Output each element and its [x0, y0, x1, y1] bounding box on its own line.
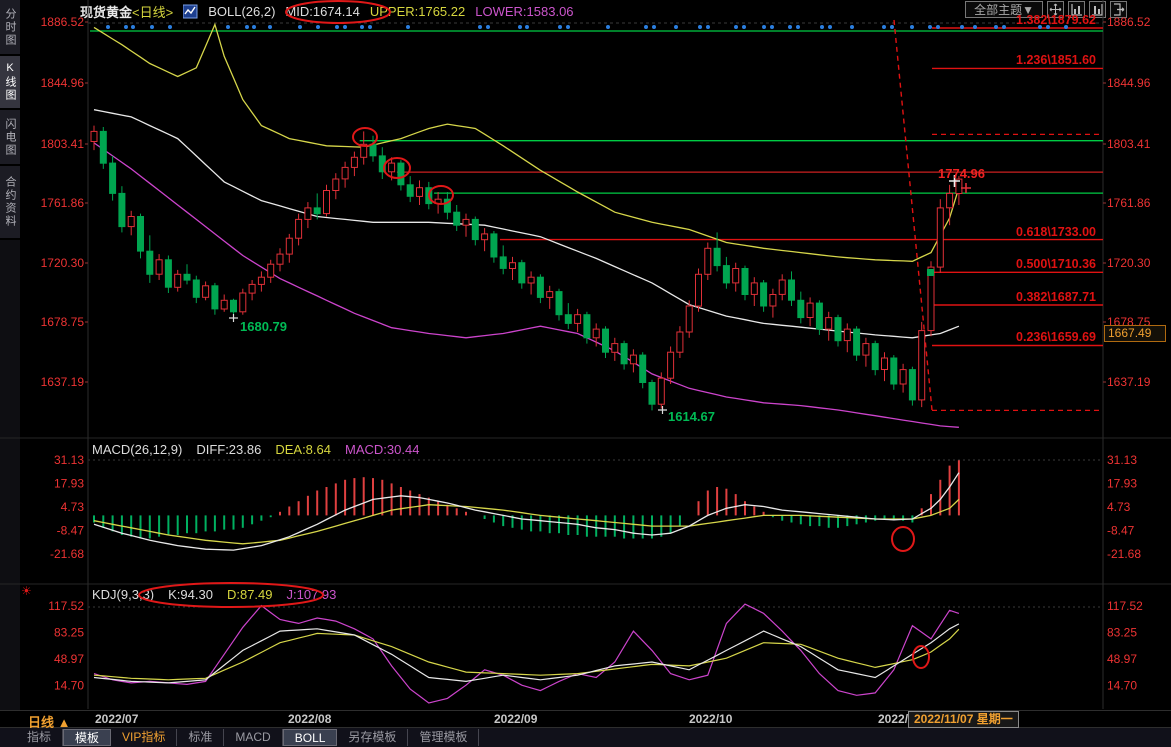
svg-text:17.93: 17.93 — [1107, 477, 1137, 491]
svg-text:-21.68: -21.68 — [1107, 547, 1141, 561]
tab-indicators[interactable]: 指标 — [16, 729, 63, 746]
svg-text:1886.52: 1886.52 — [41, 15, 85, 29]
chart-title-bar: 现货黄金<日线> BOLL(26,2) MID:1674.14 UPPER:17… — [80, 0, 574, 22]
svg-text:48.97: 48.97 — [54, 652, 84, 666]
svg-text:-8.47: -8.47 — [57, 523, 85, 537]
axis-left-icon[interactable] — [1068, 1, 1085, 18]
svg-text:14.70: 14.70 — [1107, 678, 1137, 692]
symbol-name: 现货黄金 — [80, 5, 132, 20]
x-tick-oct: 2022/10 — [689, 712, 732, 726]
svg-text:1844.96: 1844.96 — [1107, 76, 1151, 90]
x-tick-nov-partial: 2022/ — [878, 712, 909, 726]
kdj-j-value: J:107.93 — [287, 587, 337, 603]
macd-name[interactable]: MACD(26,12,9) — [92, 442, 182, 458]
sidebar-item-time-chart[interactable]: 分时图 — [0, 0, 20, 56]
svg-text:4.73: 4.73 — [61, 500, 85, 514]
trading-app-window: 分时图 K线图 闪电图 合约资料 现货黄金<日线> BOLL(26,2) MID… — [0, 0, 1171, 747]
symbol-title: 现货黄金<日线> — [80, 2, 173, 21]
boll-upper-value: UPPER:1765.22 — [370, 4, 465, 19]
move-icon[interactable] — [1047, 1, 1064, 18]
svg-text:1761.86: 1761.86 — [1107, 196, 1151, 210]
indicator-settings-icon[interactable]: ☀ — [21, 584, 32, 598]
svg-text:1637.19: 1637.19 — [41, 375, 85, 389]
tab-macd[interactable]: MACD — [224, 729, 282, 746]
sidebar-item-contract-info[interactable]: 合约资料 — [0, 166, 20, 240]
svg-text:-8.47: -8.47 — [1107, 523, 1135, 537]
svg-text:4.73: 4.73 — [1107, 500, 1131, 514]
cursor-date-label: 2022/11/07 星期一 — [908, 711, 1019, 728]
macd-header: MACD(26,12,9) DIFF:23.86 DEA:8.64 MACD:3… — [92, 442, 419, 458]
tab-manage-template[interactable]: 管理模板 — [408, 729, 479, 746]
svg-text:31.13: 31.13 — [1107, 453, 1137, 467]
x-tick-aug: 2022/08 — [288, 712, 331, 726]
kline-icon — [183, 4, 198, 19]
svg-text:83.25: 83.25 — [1107, 625, 1137, 639]
svg-text:117.52: 117.52 — [1107, 599, 1143, 613]
current-price-badge: 1667.49 — [1104, 325, 1166, 342]
svg-text:14.70: 14.70 — [54, 678, 84, 692]
svg-text:48.97: 48.97 — [1107, 652, 1137, 666]
tab-templates[interactable]: 模板 — [63, 729, 111, 746]
kdj-name[interactable]: KDJ(9,3,3) — [92, 587, 154, 603]
bottom-toolbar: 指标 模板 VIP指标 标准 MACD BOLL 另存模板 管理模板 — [0, 728, 1171, 747]
svg-text:31.13: 31.13 — [54, 453, 84, 467]
boll-mid-value: MID:1674.14 — [285, 4, 359, 19]
boll-indicator-label: BOLL(26,2) — [208, 4, 275, 19]
tab-standard[interactable]: 标准 — [177, 729, 224, 746]
x-tick-sep: 2022/09 — [494, 712, 537, 726]
macd-dea-value: DEA:8.64 — [275, 442, 331, 458]
svg-text:17.93: 17.93 — [54, 477, 84, 491]
tab-boll[interactable]: BOLL — [283, 729, 338, 746]
kdj-header: KDJ(9,3,3) K:94.30 D:87.49 J:107.93 — [92, 587, 336, 603]
svg-text:1844.96: 1844.96 — [41, 76, 85, 90]
svg-text:-21.68: -21.68 — [50, 547, 84, 561]
svg-text:1678.75: 1678.75 — [41, 315, 85, 329]
macd-diff-value: DIFF:23.86 — [196, 442, 261, 458]
svg-text:1720.30: 1720.30 — [1107, 256, 1151, 270]
theme-dropdown-button[interactable]: 全部主题▼ — [965, 1, 1043, 18]
exit-icon[interactable] — [1110, 1, 1127, 18]
boll-lower-value: LOWER:1583.06 — [475, 4, 573, 19]
kdj-k-value: K:94.30 — [168, 587, 213, 603]
svg-text:1803.41: 1803.41 — [1107, 137, 1151, 151]
svg-text:117.52: 117.52 — [48, 599, 84, 613]
kdj-d-value: D:87.49 — [227, 587, 273, 603]
svg-text:83.25: 83.25 — [54, 625, 84, 639]
chart-plot-area[interactable] — [88, 0, 1103, 710]
svg-text:1720.30: 1720.30 — [41, 256, 85, 270]
svg-text:1803.41: 1803.41 — [41, 137, 85, 151]
macd-value: MACD:30.44 — [345, 442, 419, 458]
svg-text:1761.86: 1761.86 — [41, 196, 85, 210]
axis-right-icon[interactable] — [1089, 1, 1106, 18]
sidebar-item-kline-chart[interactable]: K线图 — [0, 56, 20, 110]
period-tag: <日线> — [132, 5, 173, 20]
top-right-controls: 全部主题▼ — [965, 1, 1127, 18]
sidebar-item-lightning-chart[interactable]: 闪电图 — [0, 110, 20, 166]
tab-save-template[interactable]: 另存模板 — [337, 729, 408, 746]
svg-text:1637.19: 1637.19 — [1107, 375, 1151, 389]
x-axis-row: 日线 ▲ 2022/07 2022/08 2022/09 2022/10 202… — [0, 710, 1171, 728]
x-tick-jul: 2022/07 — [95, 712, 138, 726]
tab-vip-indicators[interactable]: VIP指标 — [111, 729, 177, 746]
chart-type-sidebar: 分时图 K线图 闪电图 合约资料 — [0, 0, 20, 747]
